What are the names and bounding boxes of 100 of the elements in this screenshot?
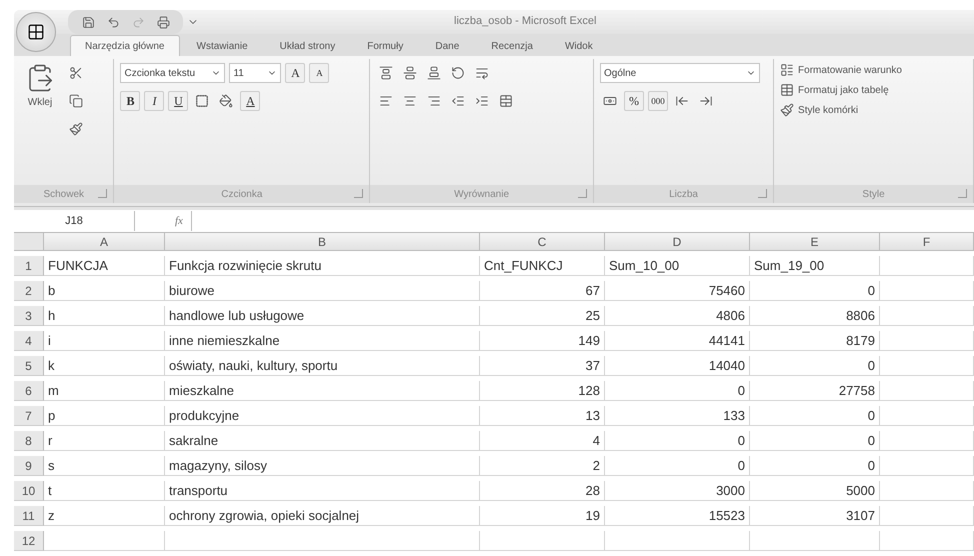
table-cell: t (44, 481, 165, 501)
row-header[interactable]: 8 (14, 431, 44, 451)
row-header[interactable]: 10 (14, 481, 44, 501)
ribbon-tab[interactable]: Wstawianie (182, 35, 263, 56)
table-cell: 133 (605, 406, 750, 426)
font-color-button[interactable]: A (240, 91, 260, 111)
insert-function-button[interactable]: fx (175, 215, 183, 227)
paint-bucket-icon (219, 94, 234, 108)
italic-button[interactable]: I (144, 91, 164, 111)
table-cell: s (44, 456, 165, 476)
table-cell: 8179 (750, 331, 880, 351)
table-cell: 128 (480, 381, 605, 401)
ribbon-tab[interactable]: Układ strony (264, 35, 350, 56)
table-cell: handlowe lub usługowe (165, 306, 480, 326)
table-cell: 67 (480, 281, 605, 301)
shrink-font-button[interactable]: A (309, 63, 330, 83)
percent-button[interactable]: % (624, 91, 644, 111)
arrow-left-icon (674, 94, 689, 108)
column-header[interactable]: E (750, 233, 880, 251)
style-menu-label: Style komórki (798, 104, 858, 116)
ribbon-tab[interactable]: Formuły (352, 35, 418, 56)
ribbon-tab[interactable]: Widok (550, 35, 608, 56)
align-left-icon (379, 94, 394, 108)
column-header[interactable]: D (605, 233, 750, 251)
row-header[interactable]: 4 (14, 331, 44, 351)
indent-icon (475, 94, 490, 108)
redo-arrow-icon (132, 16, 144, 28)
table-cell: 37 (480, 356, 605, 376)
grow-font-button[interactable]: A (285, 63, 306, 83)
row-header[interactable]: 3 (14, 306, 44, 326)
font-size-field[interactable]: 11 (229, 63, 282, 83)
table-cell: k (44, 356, 165, 376)
style-menu-button[interactable]: Formatuj jako tabelę (780, 83, 889, 97)
table-cell: mieszkalne (165, 381, 480, 401)
table-cell: 28 (480, 481, 605, 501)
row-header[interactable]: 5 (14, 356, 44, 376)
font-name-field[interactable]: Czcionka tekstu (120, 63, 226, 83)
row-header[interactable]: 2 (14, 281, 44, 301)
column-header[interactable]: B (165, 233, 480, 251)
table-cell: r (44, 431, 165, 451)
group-label: Czcionka (114, 185, 370, 203)
row-header[interactable]: 1 (14, 256, 44, 276)
table-cell: 4 (480, 431, 605, 451)
table-cell: z (44, 506, 165, 526)
table-cell: ochrony zgrowia, opieki socjalnej (165, 506, 480, 526)
merge-cells-icon (499, 94, 514, 108)
row-header[interactable]: 7 (14, 406, 44, 426)
scissors-icon (69, 66, 83, 80)
row-header[interactable]: 9 (14, 456, 44, 476)
column-header[interactable]: A (44, 233, 165, 251)
table-cell: m (44, 381, 165, 401)
align-bottom-icon (427, 66, 442, 80)
underline-button[interactable]: U (168, 91, 188, 111)
number-format-field[interactable]: Ogólne (600, 63, 760, 83)
table-cell: i (44, 331, 165, 351)
thousands-button[interactable]: 000 (648, 91, 668, 111)
office-button[interactable] (16, 12, 56, 52)
table-cell: 0 (750, 456, 880, 476)
name-box[interactable]: J18 (14, 211, 135, 231)
printer-icon (156, 16, 170, 28)
column-header[interactable]: C (480, 233, 605, 251)
table-icon (780, 83, 794, 97)
align-middle-icon (403, 66, 418, 80)
bold-button[interactable]: B (120, 91, 140, 111)
undo-arrow-icon (106, 16, 120, 28)
brush-icon (780, 103, 794, 117)
dashed-square-icon (195, 94, 210, 108)
group-label: Schowek (14, 185, 114, 203)
table-cell: b (44, 281, 165, 301)
row-header[interactable]: 12 (14, 531, 44, 551)
ribbon-tab[interactable]: Narzędzia główne (70, 35, 180, 56)
list-icon (780, 63, 794, 77)
row-header[interactable]: 6 (14, 381, 44, 401)
table-cell: inne niemieszkalne (165, 331, 480, 351)
table-cell: 0 (750, 406, 880, 426)
ribbon-tab[interactable]: Dane (420, 35, 474, 56)
column-header[interactable]: F (880, 233, 974, 251)
paste-button[interactable]: Wklej (20, 63, 60, 181)
wrap-text-icon (475, 66, 490, 80)
arrow-right-icon (698, 94, 713, 108)
ribbon-tab[interactable]: Recenzja (476, 35, 548, 56)
banknote-icon (602, 94, 617, 108)
table-cell: oświaty, nauki, kultury, sportu (165, 356, 480, 376)
table-cell: 4806 (605, 306, 750, 326)
table-cell: 8806 (750, 306, 880, 326)
copy-icon (69, 94, 83, 108)
table-cell: transportu (165, 481, 480, 501)
group-label: Liczba (594, 185, 774, 203)
table-cell: 0 (750, 356, 880, 376)
align-center-icon (403, 94, 418, 108)
table-cell: 75460 (605, 281, 750, 301)
table-cell: 0 (750, 281, 880, 301)
brush-icon (69, 122, 83, 136)
style-menu-button[interactable]: Style komórki (780, 103, 858, 117)
row-header[interactable]: 11 (14, 506, 44, 526)
table-cell: p (44, 406, 165, 426)
align-right-icon (427, 94, 442, 108)
table-cell: 13 (480, 406, 605, 426)
align-top-icon (379, 66, 394, 80)
style-menu-button[interactable]: Formatowanie warunko (780, 63, 902, 77)
